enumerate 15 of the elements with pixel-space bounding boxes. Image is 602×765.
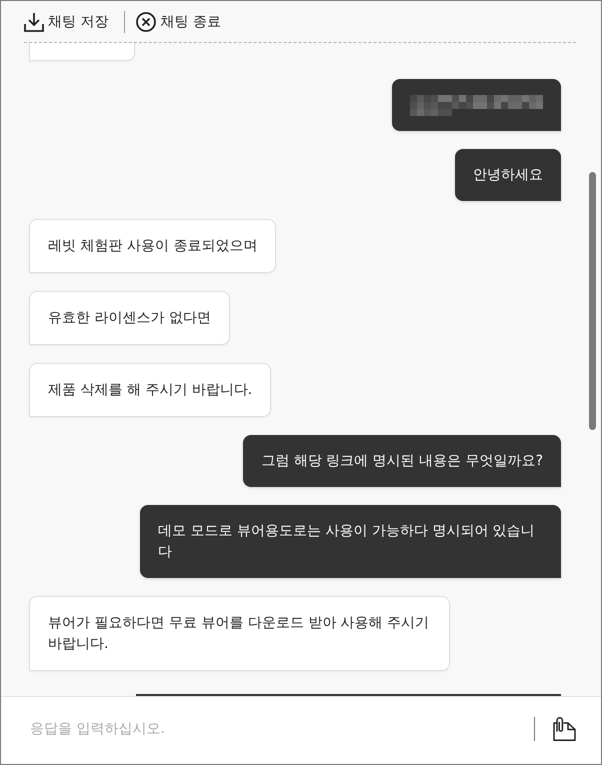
- attachment-icon: [553, 716, 576, 740]
- chat-bubble: 레빗 체험판 사용이 종료되었으며: [29, 219, 276, 273]
- close-icon: [136, 12, 156, 32]
- download-icon: [24, 12, 44, 32]
- chat-bubble: 제품 삭제를 해 주시기 바랍니다.: [29, 363, 272, 417]
- chat-bubble: 데모 모드로 뷰어용도로는 사용이 가능하다 명시되어 있습니다: [140, 505, 561, 578]
- chat-bubble: 그럼 해당 링크에 명시된 내용은 무엇일까요?: [243, 435, 561, 487]
- toolbar-button[interactable]: 채팅 종료: [136, 12, 221, 32]
- chat-bubble: 안녕하세요: [455, 149, 561, 201]
- chat-bubble: 뷰어가 필요하다면 무료 뷰어를 다운로드 받아 사용해 주시기 바랍니다.: [29, 596, 450, 671]
- scrollbar-thumb[interactable]: [589, 172, 596, 430]
- toolbar-button[interactable]: 채팅 저장: [24, 12, 108, 32]
- chat-bubble: 유효한 라이센스가 없다면: [29, 291, 230, 345]
- attach-button[interactable]: [553, 716, 576, 740]
- input-field[interactable]: 응답을 입력하십시오.: [30, 712, 526, 746]
